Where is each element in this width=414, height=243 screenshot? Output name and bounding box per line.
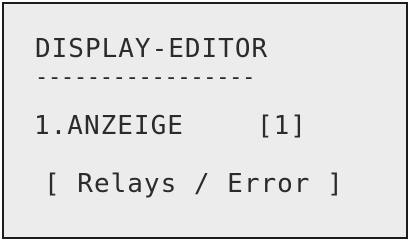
menu-item-label: 1.ANZEIGE [34,111,184,141]
display-title: DISPLAY-EDITOR [35,34,269,64]
menu-item-value: [1] [257,111,307,141]
lcd-display: DISPLAY-EDITOR ----------------- 1.ANZEI… [2,2,408,239]
divider-line: ----------------- [35,65,256,90]
submenu-value: [ Relays / Error ] [44,169,344,199]
